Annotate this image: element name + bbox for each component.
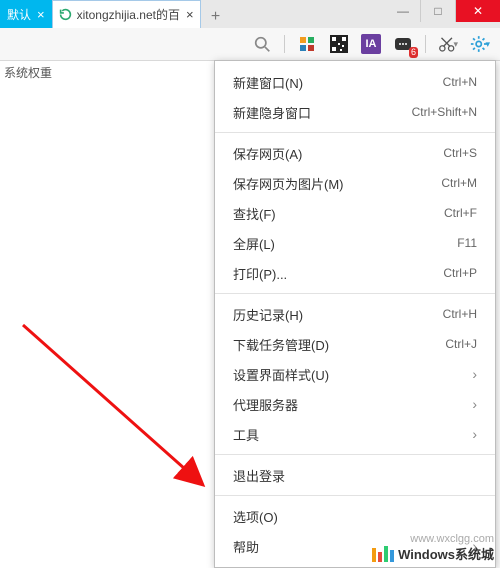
menu-item[interactable]: 选项(O) — [215, 501, 495, 531]
tab-inactive[interactable]: xitongzhijia.net的百 × — [52, 0, 201, 28]
window-controls: — □ ✕ — [386, 0, 500, 22]
qr-icon[interactable] — [329, 34, 349, 54]
menu-item-shortcut: Ctrl+P — [443, 266, 477, 280]
chevron-down-icon: ▾ — [453, 39, 458, 50]
menu-item-shortcut: Ctrl+J — [445, 337, 477, 351]
menu-separator — [215, 454, 495, 455]
menu-item-shortcut: Ctrl+F — [444, 206, 477, 220]
annotation-arrow — [18, 320, 218, 500]
scissors-icon[interactable]: ▾ — [438, 34, 458, 54]
menu-item-shortcut: Ctrl+M — [441, 176, 477, 190]
apps-icon[interactable] — [297, 34, 317, 54]
menu-separator — [215, 495, 495, 496]
main-menu: 新建窗口(N)Ctrl+N新建隐身窗口Ctrl+Shift+N保存网页(A)Ct… — [214, 60, 496, 568]
chevron-right-icon: › — [466, 396, 477, 412]
watermark-logo — [372, 546, 394, 562]
menu-item-label: 下载任务管理(D) — [233, 335, 445, 354]
menu-item-label: 全屏(L) — [233, 234, 457, 253]
menu-item-shortcut: Ctrl+N — [443, 75, 477, 89]
chevron-right-icon: › — [466, 426, 477, 442]
tab-strip: 默认 × xitongzhijia.net的百 × + — □ ✕ — [0, 0, 500, 28]
notification-badge: 6 — [409, 47, 418, 58]
menu-item[interactable]: 退出登录 — [215, 460, 495, 490]
tab-active[interactable]: 默认 × — [0, 0, 52, 28]
maximize-button[interactable]: □ — [420, 0, 456, 22]
menu-item-label: 退出登录 — [233, 466, 477, 485]
menu-item[interactable]: 代理服务器› — [215, 389, 495, 419]
menu-item-label: 新建窗口(N) — [233, 73, 443, 92]
menu-item-label: 新建隐身窗口 — [233, 103, 412, 122]
menu-item-shortcut: Ctrl+Shift+N — [412, 105, 477, 119]
menu-item-label: 打印(P)... — [233, 264, 443, 283]
menu-item[interactable]: 设置界面样式(U)› — [215, 359, 495, 389]
separator — [425, 35, 426, 53]
gear-icon[interactable]: ▾ — [470, 34, 490, 54]
menu-separator — [215, 132, 495, 133]
menu-item[interactable]: 新建隐身窗口Ctrl+Shift+N — [215, 97, 495, 127]
menu-item-label: 设置界面样式(U) — [233, 365, 466, 384]
menu-item-label: 工具 — [233, 425, 466, 444]
menu-item[interactable]: 保存网页(A)Ctrl+S — [215, 138, 495, 168]
menu-item[interactable]: 历史记录(H)Ctrl+H — [215, 299, 495, 329]
menu-item-label: 选项(O) — [233, 507, 477, 526]
ia-label: IA — [366, 38, 377, 50]
menu-item-label: 查找(F) — [233, 204, 444, 223]
menu-item[interactable]: 保存网页为图片(M)Ctrl+M — [215, 168, 495, 198]
menu-item-shortcut: F11 — [457, 236, 477, 250]
menu-item[interactable]: 工具› — [215, 419, 495, 449]
chevron-right-icon: › — [466, 366, 477, 382]
menu-item[interactable]: 新建窗口(N)Ctrl+N — [215, 67, 495, 97]
menu-item-label: 代理服务器 — [233, 395, 466, 414]
menu-item[interactable]: 打印(P)...Ctrl+P — [215, 258, 495, 288]
menu-item[interactable]: 下载任务管理(D)Ctrl+J — [215, 329, 495, 359]
menu-item[interactable]: 查找(F)Ctrl+F — [215, 198, 495, 228]
watermark: Windows系统城 — [372, 544, 494, 563]
watermark-text: Windows系统城 — [398, 544, 494, 563]
tab-inactive-label: xitongzhijia.net的百 — [77, 6, 180, 23]
close-icon[interactable]: × — [186, 8, 194, 21]
ia-icon[interactable]: IA — [361, 34, 381, 54]
close-icon[interactable]: × — [37, 8, 45, 21]
menu-separator — [215, 293, 495, 294]
separator — [284, 35, 285, 53]
menu-item-label: 历史记录(H) — [233, 305, 443, 324]
window-close-button[interactable]: ✕ — [456, 0, 500, 22]
notifications-icon[interactable]: 6 — [393, 34, 413, 54]
menu-item-shortcut: Ctrl+S — [443, 146, 477, 160]
sidebar-column-label: 系统权重 — [0, 60, 60, 85]
menu-item-label: 保存网页(A) — [233, 144, 443, 163]
tab-active-label: 默认 — [7, 6, 31, 23]
menu-item-shortcut: Ctrl+H — [443, 307, 477, 321]
menu-item-label: 保存网页为图片(M) — [233, 174, 441, 193]
new-tab-button[interactable]: + — [205, 6, 227, 28]
refresh-icon — [59, 8, 73, 22]
toolbar: IA 6 ▾ ▾ — [0, 28, 500, 61]
sidebar: 系统权重 — [0, 60, 60, 85]
chevron-down-icon: ▾ — [485, 39, 490, 50]
menu-item[interactable]: 全屏(L)F11 — [215, 228, 495, 258]
minimize-button[interactable]: — — [386, 0, 420, 22]
search-icon[interactable] — [252, 34, 272, 54]
